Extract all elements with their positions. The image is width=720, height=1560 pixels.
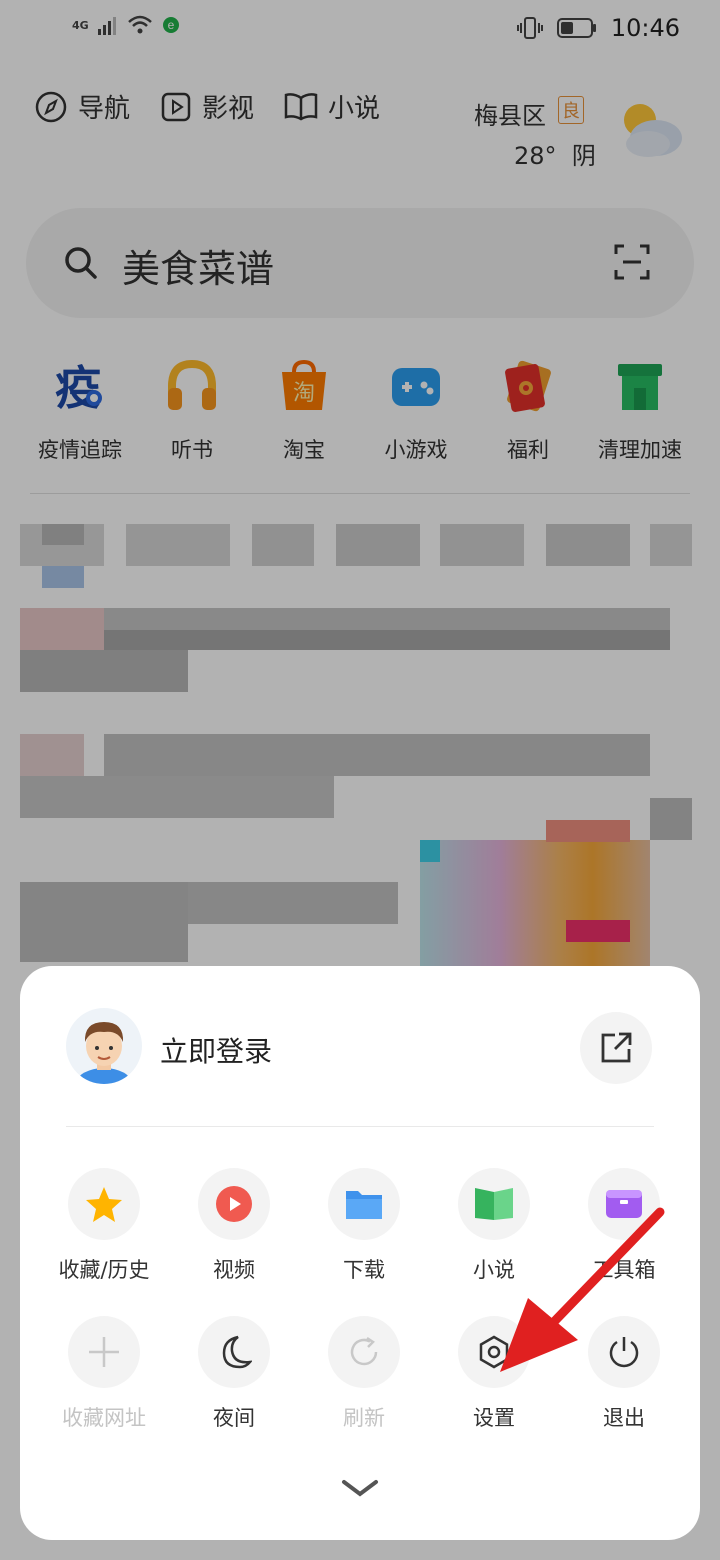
video-icon bbox=[216, 1186, 252, 1222]
menu-item-night-mode[interactable]: 夜间 bbox=[174, 1316, 294, 1432]
menu-item-label: 收藏网址 bbox=[62, 1406, 146, 1430]
avatar[interactable] bbox=[66, 1008, 142, 1084]
menu-item-novel[interactable]: 小说 bbox=[434, 1168, 554, 1284]
menu-item-refresh[interactable]: 刷新 bbox=[304, 1316, 424, 1432]
menu-item-bookmark-url[interactable]: 收藏网址 bbox=[44, 1316, 164, 1432]
power-icon bbox=[609, 1337, 639, 1368]
menu-panel: 立即登录 收藏/历史 视频 下载 小说 工具箱 收藏网址 夜间 刷新 设置 退出 bbox=[20, 966, 700, 1540]
menu-item-label: 刷新 bbox=[343, 1406, 385, 1430]
menu-item-settings[interactable]: 设置 bbox=[434, 1316, 554, 1432]
divider bbox=[66, 1126, 654, 1127]
collapse-button[interactable] bbox=[340, 1476, 380, 1504]
menu-item-download[interactable]: 下载 bbox=[304, 1168, 424, 1284]
menu-item-label: 收藏/历史 bbox=[58, 1258, 150, 1282]
folder-icon bbox=[346, 1191, 382, 1219]
share-button[interactable] bbox=[580, 1012, 652, 1084]
moon-icon bbox=[222, 1335, 252, 1369]
menu-item-label: 设置 bbox=[473, 1406, 515, 1430]
menu-row-1: 收藏/历史 视频 下载 小说 工具箱 bbox=[44, 1168, 684, 1284]
menu-item-label: 退出 bbox=[603, 1406, 645, 1430]
menu-item-label: 下载 bbox=[343, 1258, 385, 1282]
book-icon bbox=[475, 1188, 513, 1220]
menu-item-toolbox[interactable]: 工具箱 bbox=[564, 1168, 684, 1284]
menu-item-exit[interactable]: 退出 bbox=[564, 1316, 684, 1432]
user-avatar-icon bbox=[76, 1022, 132, 1084]
star-icon bbox=[86, 1187, 122, 1222]
menu-row-2: 收藏网址 夜间 刷新 设置 退出 bbox=[44, 1316, 684, 1432]
menu-item-label: 工具箱 bbox=[592, 1258, 656, 1282]
menu-item-video[interactable]: 视频 bbox=[174, 1168, 294, 1284]
share-icon bbox=[601, 1032, 632, 1063]
menu-item-favorites-history[interactable]: 收藏/历史 bbox=[44, 1168, 164, 1284]
refresh-icon bbox=[350, 1336, 378, 1366]
menu-item-label: 视频 bbox=[213, 1258, 255, 1282]
plus-icon bbox=[89, 1337, 119, 1367]
login-link[interactable]: 立即登录 bbox=[160, 1030, 272, 1070]
settings-icon bbox=[479, 1335, 509, 1369]
menu-item-label: 夜间 bbox=[213, 1406, 255, 1430]
menu-item-label: 小说 bbox=[473, 1258, 515, 1282]
toolbox-icon bbox=[606, 1190, 642, 1218]
chevron-down-icon bbox=[342, 1480, 378, 1497]
